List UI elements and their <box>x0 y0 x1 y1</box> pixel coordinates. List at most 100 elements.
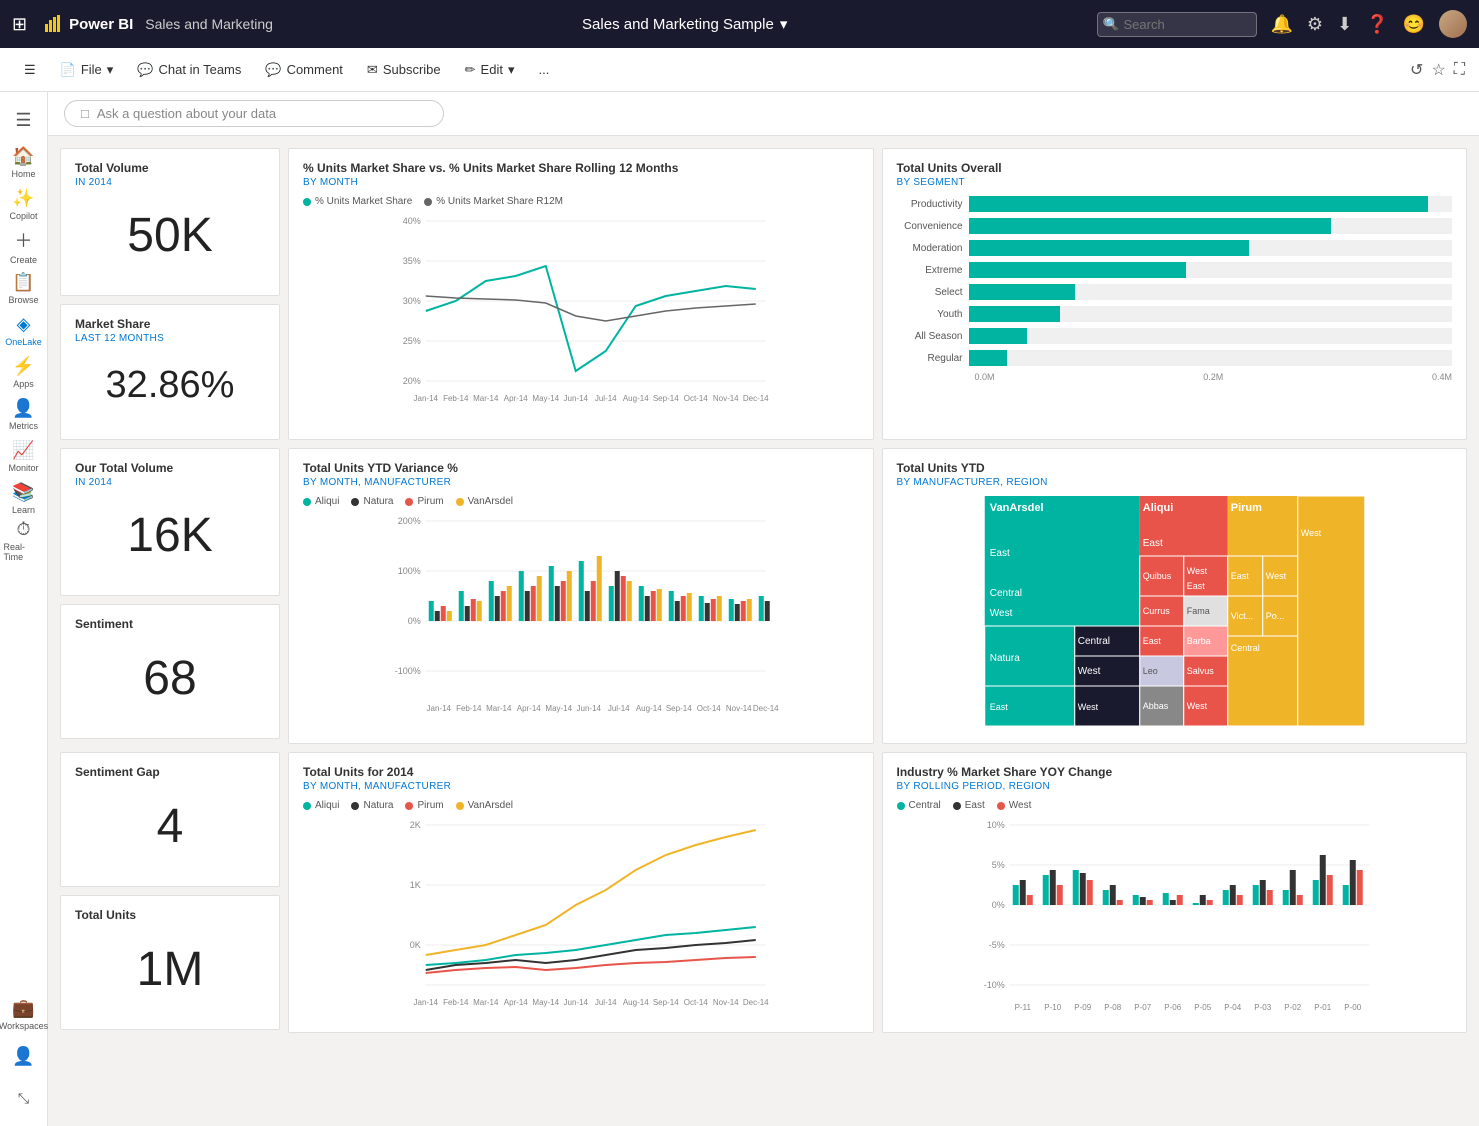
svg-text:20%: 20% <box>403 376 421 386</box>
sidebar-item-menu[interactable]: ☰ <box>4 100 44 140</box>
sidebar-item-workspaces[interactable]: 💼Workspaces <box>4 994 44 1034</box>
download-icon[interactable]: ⬇ <box>1337 14 1352 35</box>
svg-text:Jul-14: Jul-14 <box>608 704 630 713</box>
svg-text:May-14: May-14 <box>532 998 559 1007</box>
svg-text:2K: 2K <box>410 820 421 830</box>
svg-text:Jul-14: Jul-14 <box>595 998 617 1007</box>
sidebar-item-profile[interactable]: 👤 <box>4 1036 44 1076</box>
svg-text:West: West <box>1077 702 1098 712</box>
card-total-units-2014: Total Units for 2014 BY MONTH, MANUFACTU… <box>288 752 874 1033</box>
svg-text:0%: 0% <box>408 616 421 626</box>
fullscreen-icon[interactable]: ⛶ <box>1454 61 1465 79</box>
svg-text:-10%: -10% <box>983 980 1004 990</box>
card-total-units-ytd: Total Units YTD BY MANUFACTURER, REGION … <box>882 448 1468 744</box>
hbar-row-productivity: Productivity <box>897 196 1453 212</box>
gear-icon[interactable]: ⚙ <box>1307 14 1323 35</box>
hbar-row-moderation: Moderation <box>897 240 1453 256</box>
sentiment-gap-value: 4 <box>75 799 265 854</box>
sidebar-item-apps[interactable]: ⚡Apps <box>4 352 44 392</box>
svg-text:Dec-14: Dec-14 <box>753 704 779 713</box>
emoji-icon[interactable]: 😊 <box>1403 14 1425 35</box>
total-units-title: Total Units <box>75 908 265 922</box>
svg-text:-5%: -5% <box>988 940 1004 950</box>
svg-text:Leo: Leo <box>1142 666 1157 676</box>
file-button[interactable]: 📄 File ▾ <box>50 57 124 83</box>
left-sidebar: ☰ 🏠Home ✨Copilot ＋Create 📋Browse ◈OneLak… <box>0 92 48 1126</box>
sidebar-item-monitor[interactable]: 📈Monitor <box>4 436 44 476</box>
hbar-row-youth: Youth <box>897 306 1453 322</box>
sidebar-item-copilot[interactable]: ✨Copilot <box>4 184 44 224</box>
dashboard-grid: Total Volume IN 2014 50K Market Share LA… <box>60 148 1467 1041</box>
sentiment-value: 68 <box>75 651 265 706</box>
svg-text:30%: 30% <box>403 296 421 306</box>
card-total-volume: Total Volume IN 2014 50K <box>60 148 280 296</box>
sidebar-item-learn[interactable]: 📚Learn <box>4 478 44 518</box>
file-icon: 📄 <box>60 62 76 78</box>
svg-text:P-06: P-06 <box>1164 1003 1181 1012</box>
qa-input-container[interactable]: □ Ask a question about your data <box>64 100 444 127</box>
refresh-icon[interactable]: ↺ <box>1410 60 1423 80</box>
report-title[interactable]: Sales and Marketing Sample ▾ <box>582 15 787 33</box>
svg-text:East: East <box>1186 581 1205 591</box>
bookmark-icon[interactable]: ☆ <box>1431 60 1445 80</box>
svg-text:VanArsdel: VanArsdel <box>989 502 1043 514</box>
qa-icon: □ <box>81 106 89 121</box>
svg-text:Jun-14: Jun-14 <box>564 998 589 1007</box>
chat-teams-button[interactable]: 💬 Chat in Teams <box>127 57 251 83</box>
edit-button[interactable]: ✏ Edit ▾ <box>455 57 525 83</box>
svg-text:Mar-14: Mar-14 <box>473 394 499 403</box>
sidebar-item-home[interactable]: 🏠Home <box>4 142 44 182</box>
svg-text:Oct-14: Oct-14 <box>684 998 709 1007</box>
sentiment-gap-title: Sentiment Gap <box>75 765 265 779</box>
svg-text:35%: 35% <box>403 256 421 266</box>
comment-icon: 💬 <box>265 62 281 78</box>
subscribe-button[interactable]: ✉ Subscribe <box>357 57 451 83</box>
svg-text:25%: 25% <box>403 336 421 346</box>
hbar-row-convenience: Convenience <box>897 218 1453 234</box>
svg-text:P-04: P-04 <box>1224 1003 1241 1012</box>
svg-text:Nov-14: Nov-14 <box>713 394 739 403</box>
svg-text:1K: 1K <box>410 880 421 890</box>
hbar-axis: 0.0M 0.2M 0.4M <box>897 372 1453 382</box>
sidebar-item-metrics[interactable]: 👤Metrics <box>4 394 44 434</box>
sidebar-item-browse[interactable]: 📋Browse <box>4 268 44 308</box>
market-share-value: 32.86% <box>75 364 265 407</box>
sidebar-item-external[interactable]: ⤡ <box>4 1078 44 1118</box>
svg-text:40%: 40% <box>403 216 421 226</box>
sidebar-item-create[interactable]: ＋Create <box>4 226 44 266</box>
bell-icon[interactable]: 🔔 <box>1271 14 1293 35</box>
sidebar-item-onelake[interactable]: ◈OneLake <box>4 310 44 350</box>
grid-icon[interactable]: ⊞ <box>12 14 27 35</box>
svg-text:Dec-14: Dec-14 <box>743 394 769 403</box>
svg-text:Nov-14: Nov-14 <box>713 998 739 1007</box>
svg-text:P-03: P-03 <box>1254 1003 1271 1012</box>
powerbi-logo: Power BI <box>43 14 133 34</box>
help-icon[interactable]: ❓ <box>1366 14 1388 35</box>
svg-text:West: West <box>1186 701 1207 711</box>
svg-text:Barba: Barba <box>1186 636 1210 646</box>
hbar-row-extreme: Extreme <box>897 262 1453 278</box>
comment-button[interactable]: 💬 Comment <box>255 57 353 83</box>
total-volume-title: Total Volume <box>75 161 265 175</box>
sentiment-title: Sentiment <box>75 617 265 631</box>
svg-text:5%: 5% <box>991 860 1004 870</box>
svg-text:East: East <box>1142 538 1162 549</box>
svg-text:East: East <box>1230 571 1249 581</box>
svg-text:Jan-14: Jan-14 <box>414 394 439 403</box>
svg-text:Sep-14: Sep-14 <box>653 998 679 1007</box>
svg-text:-100%: -100% <box>395 666 421 676</box>
svg-text:100%: 100% <box>398 566 421 576</box>
svg-text:Apr-14: Apr-14 <box>517 704 542 713</box>
search-input[interactable] <box>1097 12 1257 37</box>
menu-button[interactable]: ☰ <box>14 57 46 83</box>
sidebar-item-realtime[interactable]: ⏱Real-Time <box>4 520 44 560</box>
svg-text:East: East <box>1142 636 1161 646</box>
svg-text:P-05: P-05 <box>1194 1003 1211 1012</box>
svg-text:10%: 10% <box>986 820 1004 830</box>
svg-text:0%: 0% <box>991 900 1004 910</box>
more-button[interactable]: ... <box>528 57 559 82</box>
svg-text:200%: 200% <box>398 516 421 526</box>
svg-text:Natura: Natura <box>989 653 1019 664</box>
svg-text:Aug-14: Aug-14 <box>623 394 649 403</box>
avatar[interactable] <box>1439 10 1467 38</box>
